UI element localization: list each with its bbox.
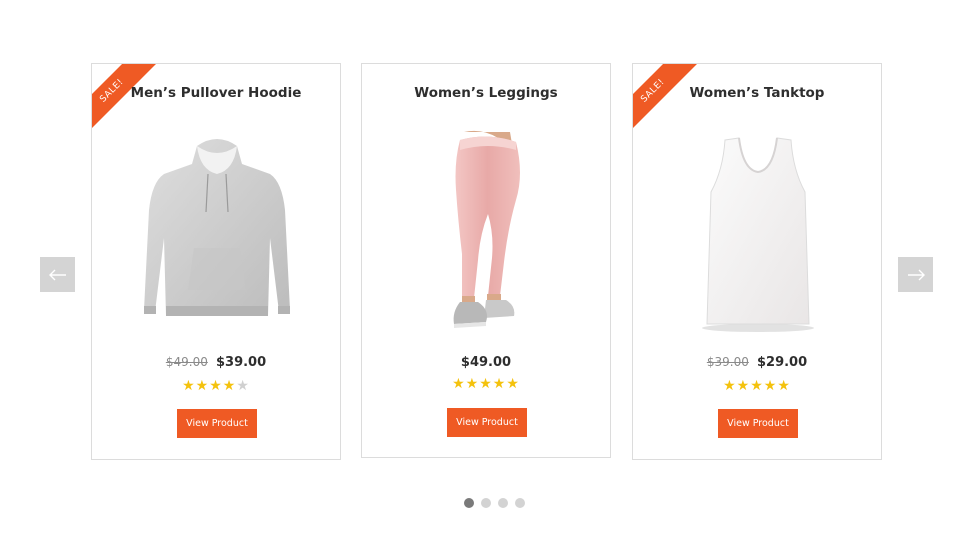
price: $39.00 $29.00 <box>633 355 881 370</box>
carousel-pagination <box>0 498 978 508</box>
price: $49.00 $39.00 <box>92 355 340 370</box>
carousel-dot[interactable] <box>480 498 491 508</box>
star-rating: ★★★★★ <box>92 378 340 394</box>
star-filled-icon: ★ <box>723 378 737 394</box>
tanktop-image[interactable] <box>683 130 833 334</box>
product-carousel: SALE! Men’s Pullover Hoodie $49.00 $39.0… <box>0 0 978 557</box>
leggings-image[interactable] <box>412 130 562 334</box>
star-filled-icon: ★ <box>763 378 778 394</box>
star-filled-icon: ★ <box>479 376 493 392</box>
carousel-next-button[interactable] <box>898 257 933 292</box>
star-filled-icon: ★ <box>736 378 751 394</box>
carousel-dot[interactable] <box>497 498 508 508</box>
product-card: Women’s Leggings $49.00 ★★★★★ View Produ… <box>361 63 611 458</box>
star-rating: ★★★★★ <box>633 378 881 394</box>
star-filled-icon: ★ <box>195 378 210 394</box>
carousel-dot[interactable] <box>463 498 474 508</box>
star-filled-icon: ★ <box>777 378 791 394</box>
star-empty-icon: ★ <box>236 378 250 394</box>
current-price: $49.00 <box>460 355 512 370</box>
hoodie-image[interactable] <box>142 130 292 334</box>
arrow-left-icon <box>48 269 66 280</box>
old-price: $39.00 <box>706 355 749 369</box>
current-price: $39.00 <box>215 355 267 370</box>
view-product-button[interactable]: View Product <box>447 408 527 437</box>
carousel-dot[interactable] <box>514 498 525 508</box>
old-price: $49.00 <box>165 355 208 369</box>
carousel-prev-button[interactable] <box>40 257 75 292</box>
product-card: SALE! Men’s Pullover Hoodie $49.00 $39.0… <box>91 63 341 460</box>
view-product-button[interactable]: View Product <box>718 409 798 438</box>
view-product-button[interactable]: View Product <box>177 409 257 438</box>
arrow-right-icon <box>907 269 925 280</box>
star-filled-icon: ★ <box>465 376 480 392</box>
price: $49.00 <box>362 355 610 370</box>
star-filled-icon: ★ <box>182 378 196 394</box>
star-filled-icon: ★ <box>452 376 466 392</box>
star-filled-icon: ★ <box>222 378 237 394</box>
star-rating: ★★★★★ <box>362 376 610 392</box>
product-card: SALE! Women’s Tanktop $39.00 $29.00 ★★★★… <box>632 63 882 460</box>
product-title: Women’s Leggings <box>414 85 558 101</box>
product-title: Men’s Pullover Hoodie <box>130 85 302 101</box>
star-filled-icon: ★ <box>492 376 507 392</box>
star-filled-icon: ★ <box>209 378 223 394</box>
current-price: $29.00 <box>756 355 808 370</box>
star-filled-icon: ★ <box>750 378 764 394</box>
star-filled-icon: ★ <box>506 376 520 392</box>
product-title: Women’s Tanktop <box>689 85 825 101</box>
